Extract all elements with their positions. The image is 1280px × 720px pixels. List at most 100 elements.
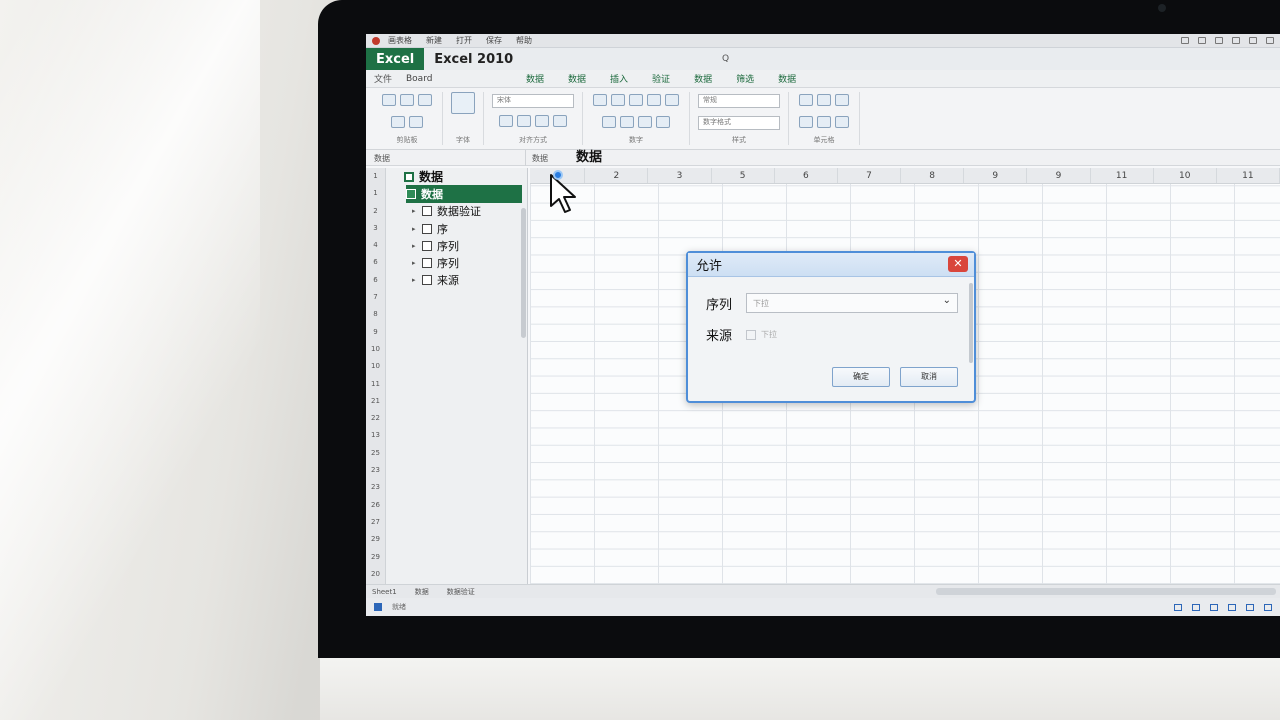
menu-item[interactable]: 帮助	[516, 35, 532, 46]
chevron-right-icon[interactable]: ▸	[412, 276, 422, 284]
tree-item[interactable]: ▸ 序列	[388, 237, 522, 254]
dialog-scrollbar[interactable]	[969, 283, 973, 363]
file-button[interactable]: 文件	[366, 72, 406, 85]
tree-item-selected[interactable]: 数据	[406, 185, 522, 203]
tab-data-3[interactable]: 数据	[694, 72, 712, 85]
chevron-right-icon[interactable]: ▸	[412, 207, 422, 215]
chevron-right-icon[interactable]: ▸	[412, 259, 422, 267]
checkbox-icon[interactable]	[422, 240, 432, 251]
format-select[interactable]: 常规	[698, 94, 780, 108]
comma-icon[interactable]	[602, 115, 616, 128]
undo-icon[interactable]	[409, 115, 423, 128]
tab-data-2[interactable]: 数据	[568, 72, 586, 85]
font-select[interactable]: 宋体	[492, 94, 574, 108]
tree-item[interactable]: ▸ 序列	[388, 254, 522, 271]
percent-icon[interactable]	[665, 94, 679, 106]
checkbox-icon[interactable]	[422, 275, 432, 286]
tray-icon[interactable]	[1181, 37, 1189, 44]
align-left-icon[interactable]	[517, 114, 531, 127]
align-right-icon[interactable]	[553, 114, 567, 127]
column-header[interactable]: 10	[1154, 168, 1217, 183]
paste-icon[interactable]	[382, 94, 396, 106]
border-icon[interactable]	[499, 114, 513, 127]
menu-item[interactable]: 画表格	[388, 35, 412, 46]
checkbox-icon[interactable]	[422, 206, 432, 217]
row-number: 29	[371, 535, 380, 544]
menu-item[interactable]: 打开	[456, 35, 472, 46]
zoom-out-icon[interactable]	[1228, 603, 1236, 611]
column-header[interactable]: 11	[1091, 168, 1154, 183]
name-box[interactable]: 数据	[366, 150, 526, 166]
column-header[interactable]: 3	[648, 168, 712, 183]
column-header[interactable]: 6	[775, 168, 838, 183]
column-header[interactable]: 9	[1027, 168, 1091, 183]
menu-item[interactable]: 保存	[486, 35, 502, 46]
find-icon[interactable]	[835, 115, 849, 128]
align-center-icon[interactable]	[535, 114, 549, 127]
sheet-tab[interactable]: 数据	[415, 587, 429, 597]
tab-insert[interactable]: 插入	[610, 72, 628, 85]
chevron-right-icon[interactable]: ▸	[412, 242, 422, 250]
panel-scrollbar[interactable]	[521, 208, 526, 338]
column-header[interactable]: 8	[901, 168, 965, 183]
chevron-right-icon[interactable]: ▸	[412, 225, 422, 233]
allow-select[interactable]: 下拉 ⌄	[746, 293, 958, 313]
font-icon[interactable]	[451, 92, 475, 114]
tree-item[interactable]: ▸ 数据验证	[388, 203, 522, 220]
checkbox-icon[interactable]	[746, 329, 756, 340]
column-header[interactable]: 11	[1217, 168, 1280, 183]
insert-icon[interactable]	[799, 94, 813, 106]
tab-data-4[interactable]: 数据	[778, 72, 796, 85]
tray-icon[interactable]	[1266, 37, 1274, 44]
formula-content[interactable]: 数据	[576, 146, 602, 165]
tab-filter[interactable]: 筛选	[736, 72, 754, 85]
sheet-tab[interactable]: 数据验证	[447, 587, 475, 597]
font-quick-select[interactable]: Board	[406, 74, 526, 84]
column-header[interactable]: 2	[585, 168, 649, 183]
tab-validate[interactable]: 验证	[652, 72, 670, 85]
tray-icon[interactable]	[1215, 37, 1223, 44]
format-select-2[interactable]: 数字格式	[698, 115, 780, 130]
currency-icon[interactable]	[620, 115, 634, 128]
normal-view-icon[interactable]	[1174, 603, 1182, 611]
format-painter-icon[interactable]	[391, 115, 405, 128]
wrap-icon[interactable]	[611, 94, 625, 106]
warning-icon[interactable]	[656, 115, 670, 128]
font-color-icon[interactable]	[647, 94, 661, 106]
delete-icon[interactable]	[817, 94, 831, 106]
chevron-down-icon[interactable]: ⌄	[943, 295, 951, 306]
format-icon[interactable]	[835, 94, 849, 106]
search-icon[interactable]: Q	[722, 54, 729, 64]
menu-item[interactable]: 新建	[426, 35, 442, 46]
copy-icon[interactable]	[400, 94, 414, 106]
cut-icon[interactable]	[418, 94, 432, 106]
sheet-tab[interactable]: Sheet1	[372, 588, 397, 596]
checkbox-icon[interactable]	[422, 223, 432, 234]
page-layout-icon[interactable]	[1192, 603, 1200, 611]
horizontal-scrollbar[interactable]	[936, 588, 1276, 595]
tray-icon[interactable]	[1232, 37, 1240, 44]
close-icon[interactable]: ✕	[948, 256, 968, 272]
sort-icon[interactable]	[799, 115, 813, 128]
zoom-in-icon[interactable]	[1246, 603, 1254, 611]
page-break-icon[interactable]	[1210, 603, 1218, 611]
tray-icon[interactable]	[1198, 37, 1206, 44]
zoom-icon[interactable]	[1264, 603, 1272, 611]
tree-root[interactable]: 数据	[388, 168, 522, 185]
tree-item[interactable]: ▸ 来源	[388, 272, 522, 289]
column-header[interactable]: 5	[712, 168, 775, 183]
ribbon-group-styles: 常规 数字格式 样式	[690, 92, 789, 145]
checkbox-icon[interactable]	[422, 258, 432, 269]
cancel-button[interactable]: 取消	[900, 367, 958, 387]
column-header[interactable]: 9	[964, 168, 1028, 183]
tray-icon[interactable]	[1249, 37, 1257, 44]
tab-data[interactable]: 数据	[526, 72, 544, 85]
ok-button[interactable]: 确定	[832, 367, 890, 387]
filter-icon[interactable]	[817, 115, 831, 128]
decimal-icon[interactable]	[638, 115, 652, 128]
cell-reference[interactable]: 数据	[532, 153, 548, 164]
tree-item[interactable]: ▸ 序	[388, 220, 522, 237]
fill-color-icon[interactable]	[629, 94, 643, 106]
merge-icon[interactable]	[593, 94, 607, 106]
column-header[interactable]: 7	[838, 168, 902, 183]
